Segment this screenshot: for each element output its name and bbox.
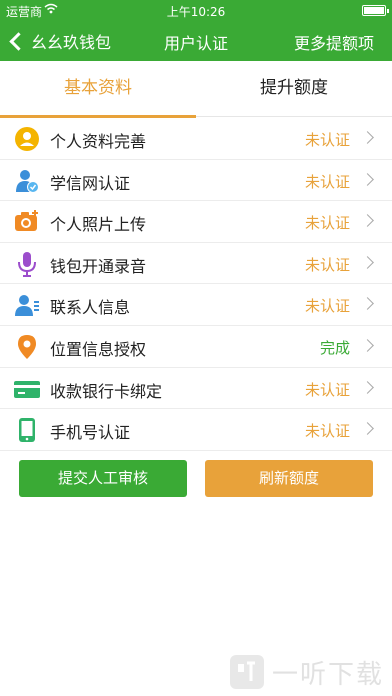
tab-bar: 基本资料 提升额度 [0,61,392,118]
status-label: 未认证 [304,172,350,191]
status-label: 未认证 [304,380,350,399]
camera-icon [14,209,40,235]
list-item-photo-upload[interactable]: 个人照片上传 未认证 [0,201,392,243]
chevron-right-icon [361,422,374,436]
chevron-left-icon [9,31,28,51]
list-item-title: 个人资料完善 [50,132,147,151]
chevron-right-icon [361,297,374,311]
watermark: 一听下载 [229,654,384,690]
clock-label: 上午10:26 [166,5,226,19]
list-item-location[interactable]: 位置信息授权 完成 [0,325,392,368]
list-item-student-verification[interactable]: 学信网认证 未认证 [0,159,392,202]
more-limit-items-button[interactable]: 更多提额项 [294,30,374,54]
contacts-icon [14,292,40,318]
list-item-title: 手机号认证 [50,423,131,443]
list-item-title: 位置信息授权 [50,339,147,359]
tab-raise-limit[interactable]: 提升额度 [196,61,392,117]
list-item-title: 联系人信息 [50,298,131,318]
list-item-voice-recording[interactable]: 钱包开通录音 未认证 [0,242,392,285]
status-label: 未认证 [304,255,350,274]
watermark-text: 一听下载 [271,659,384,690]
chevron-right-icon [361,339,374,352]
list-item-title: 收款银行卡绑定 [50,381,163,401]
chevron-right-icon [361,172,374,186]
list-item-contacts[interactable]: 联系人信息 未认证 [0,284,392,326]
chevron-right-icon [361,380,374,394]
back-label: 幺幺玖钱包 [31,33,112,52]
submit-manual-review-button[interactable]: 提交人工审核 [19,460,187,497]
chevron-right-icon [361,214,374,228]
microphone-icon [14,251,40,277]
list-item-title: 钱包开通录音 [50,256,147,276]
status-label: 未认证 [304,422,350,441]
status-label: 未认证 [304,131,350,149]
list-item-phone-verification[interactable]: 手机号认证 未认证 [0,409,392,451]
status-label: 未认证 [304,297,350,316]
student-id-icon [14,168,40,194]
phone-icon [14,417,40,443]
watermark-logo-icon [229,655,264,689]
status-label: 未认证 [304,214,350,233]
list-item-profile[interactable]: 个人资料完善 未认证 [0,118,392,160]
chevron-right-icon [361,131,374,144]
action-bar: 提交人工审核 刷新额度 [0,460,392,498]
bank-card-icon [14,376,40,402]
verification-list: 个人资料完善 未认证 学信网认证 未认证 个人照片上传 未认证 钱包开通录音 未… [0,118,392,451]
refresh-limit-button[interactable]: 刷新额度 [205,460,373,497]
navigation-bar: 幺幺玖钱包 用户认证 更多提额项 [0,20,392,61]
list-item-bank-card[interactable]: 收款银行卡绑定 未认证 [0,367,392,410]
location-pin-icon [14,334,40,360]
tab-basic-info[interactable]: 基本资料 [0,61,196,117]
status-bar: 运营商 上午10:26 [0,0,392,20]
list-item-title: 学信网认证 [50,173,131,193]
battery-icon [362,5,389,16]
back-button[interactable]: 幺幺玖钱包 [8,28,111,54]
list-item-title: 个人照片上传 [50,215,147,235]
chevron-right-icon [361,255,374,269]
status-label: 完成 [319,338,350,357]
user-profile-icon [14,126,40,152]
